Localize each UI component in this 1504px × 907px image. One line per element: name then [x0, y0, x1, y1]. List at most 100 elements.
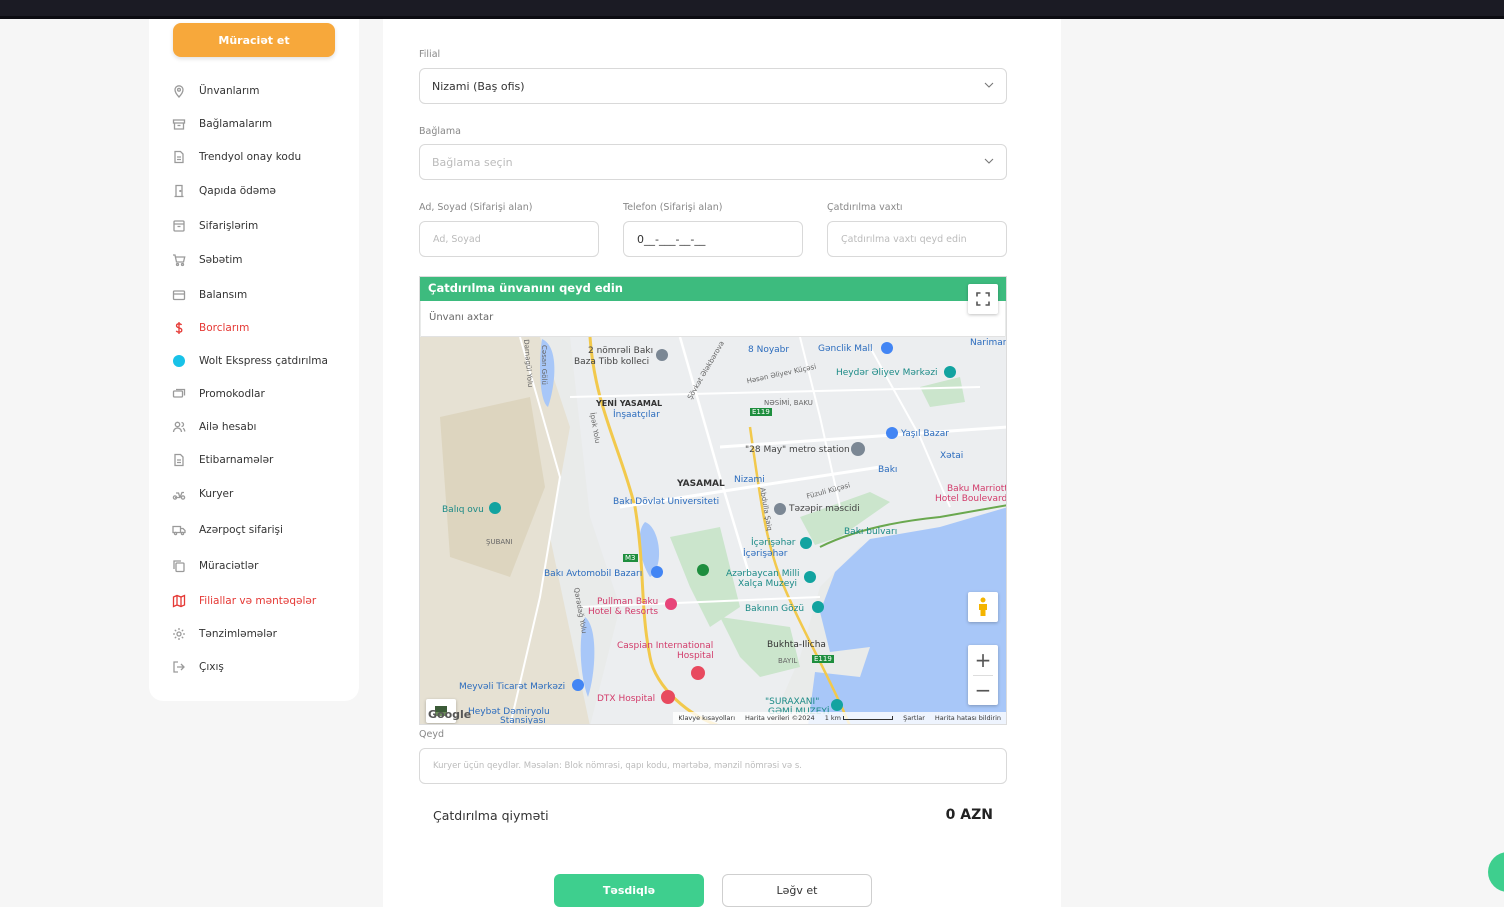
gear-icon: [171, 626, 187, 642]
road-shield: E119: [750, 408, 772, 416]
coupon-icon: [171, 386, 187, 402]
map-label: Nariman: [970, 338, 1007, 348]
poi-pin[interactable]: [665, 598, 677, 610]
poi-pin[interactable]: [691, 666, 705, 680]
sidebar-item-azerpost[interactable]: Azərpoçt sifarişi: [171, 522, 283, 538]
poi-pin[interactable]: [881, 342, 893, 354]
note-input[interactable]: Kuryer üçün qeydlər. Məsələn: Blok nömrə…: [419, 748, 1007, 784]
delivery-time-placeholder: Çatdırılma vaxtı qeyd edin: [841, 233, 967, 245]
zoom-control: + −: [968, 645, 998, 705]
map-label: DTX Hospital: [597, 694, 656, 704]
sidebar-item-addresses[interactable]: Ünvanlarım: [171, 83, 259, 99]
map-label: Nizami: [734, 475, 765, 485]
street-view-button[interactable]: [968, 592, 998, 622]
poi-pin[interactable]: [800, 537, 812, 549]
poi-pin[interactable]: [851, 442, 865, 456]
poi-pin[interactable]: [804, 571, 816, 583]
map-label: ŞUBANI: [486, 538, 513, 546]
map-label: "28 May" metro station: [745, 445, 850, 455]
fullscreen-icon: [976, 292, 990, 306]
chat-widget-button[interactable]: [1488, 852, 1504, 892]
map-label: Stansiyası: [500, 716, 546, 725]
map-label: Caspian International: [617, 641, 714, 651]
map-label: Meyvəli Ticarət Mərkəzi: [459, 682, 566, 692]
poi-pin[interactable]: [944, 366, 956, 378]
map-label: Bukhta-Ilicha: [767, 640, 826, 650]
map-label: Cəsan Gölü: [540, 345, 548, 385]
sidebar-item-promocodes[interactable]: Promokodlar: [171, 386, 265, 402]
delivery-time-label: Çatdırılma vaxtı: [827, 202, 903, 213]
sidebar-item-balance[interactable]: Balansım: [171, 287, 247, 303]
sidebar-item-courier[interactable]: Kuryer: [171, 486, 233, 502]
sidebar-item-proxies[interactable]: Etibarnamələr: [171, 452, 273, 468]
package-placeholder: Bağlama seçin: [432, 155, 513, 169]
package-select[interactable]: Bağlama seçin: [419, 144, 1007, 180]
map-label: 2 nömrəli Bakı: [588, 346, 654, 356]
sidebar-item-packages[interactable]: Bağlamalarım: [171, 116, 272, 132]
sidebar-item-cod[interactable]: Qapıda ödəmə: [171, 183, 276, 199]
poi-pin[interactable]: [651, 566, 663, 578]
map-label: Azərbaycan Milli: [726, 569, 800, 579]
poi-pin[interactable]: [572, 679, 584, 691]
map-label: Bakı Avtomobil Bazarı: [544, 569, 643, 579]
sidebar-item-requests[interactable]: Müraciətlər: [171, 558, 258, 574]
sidebar-item-label: Ailə hesabı: [199, 421, 257, 433]
map-label: Bakının Gözü: [745, 604, 805, 614]
map-label: NƏSİMİ, BAKU: [764, 399, 813, 407]
users-icon: [171, 419, 187, 435]
map-label: Gənclik Mall: [818, 344, 873, 354]
sidebar-item-logout[interactable]: Çıxış: [171, 659, 224, 675]
sidebar-item-trendyol[interactable]: Trendyol onay kodu: [171, 149, 301, 165]
phone-input[interactable]: 0__-___-__-__: [623, 221, 803, 257]
poi-pin[interactable]: [774, 503, 786, 515]
note-label: Qeyd: [419, 729, 444, 740]
sidebar-item-cart[interactable]: Səbətim: [171, 252, 243, 268]
map-label: İçərişəhər: [743, 549, 788, 559]
poi-pin[interactable]: [831, 699, 843, 711]
location-pin-icon: [171, 83, 187, 99]
branch-value: Nizami (Baş ofis): [432, 79, 525, 93]
delivery-price-value: 0 AZN: [945, 807, 993, 823]
sidebar-item-label: Promokodlar: [199, 388, 265, 400]
sidebar-item-label: Etibarnamələr: [199, 454, 274, 466]
fullscreen-button[interactable]: [968, 284, 998, 314]
map-label: Yaşıl Bazar: [901, 429, 949, 439]
zoom-out-button[interactable]: −: [975, 676, 992, 706]
sidebar-item-family[interactable]: Ailə hesabı: [171, 419, 256, 435]
branch-label: Filial: [419, 49, 441, 60]
scooter-icon: [171, 486, 187, 502]
map-label: Hospital: [677, 651, 714, 661]
sidebar-item-orders[interactable]: Sifarişlərim: [171, 218, 258, 234]
sidebar-item-label: Bağlamalarım: [199, 118, 273, 130]
poi-pin[interactable]: [886, 427, 898, 439]
poi-pin[interactable]: [812, 601, 824, 613]
sidebar-item-settings[interactable]: Tənzimləmələr: [171, 626, 277, 642]
poi-pin[interactable]: [489, 502, 501, 514]
map-label: Balıq ovu: [442, 505, 484, 515]
poi-pin[interactable]: [661, 690, 675, 704]
browser-top-bar: [0, 0, 1504, 19]
keyboard-shortcuts-link[interactable]: Klavye kısayolları: [678, 714, 735, 722]
map-label: Heydər Əliyev Mərkəzi: [836, 368, 938, 378]
poi-pin[interactable]: [697, 564, 709, 576]
name-input[interactable]: Ad, Soyad: [419, 221, 599, 257]
sidebar-item-branches[interactable]: Filiallar və məntəqələr: [171, 593, 316, 609]
map-address-search[interactable]: Ünvanı axtar: [421, 301, 1005, 337]
sidebar-item-label: Wolt Ekspress çatdırılma: [199, 355, 328, 367]
map-label: Bakı bulvarı: [844, 527, 898, 537]
map[interactable]: 2 nömrəli Bakı Baza Tibb kolleci 8 Noyab…: [419, 276, 1007, 725]
confirm-button[interactable]: Təsdiqlə: [554, 874, 704, 907]
delivery-time-input[interactable]: Çatdırılma vaxtı qeyd edin: [827, 221, 1007, 257]
map-label: Təzəpir məscidi: [789, 504, 860, 514]
zoom-in-button[interactable]: +: [975, 645, 992, 675]
cancel-button[interactable]: Ləğv et: [722, 874, 872, 907]
report-map-error-link[interactable]: Harita hatası bildirin: [935, 714, 1001, 722]
terms-link[interactable]: Şartlar: [903, 714, 925, 722]
sidebar-item-debts[interactable]: Borclarım: [171, 320, 249, 336]
sidebar-item-label: Trendyol onay kodu: [199, 151, 302, 163]
map-label: Pullman Baku: [597, 597, 659, 607]
apply-button[interactable]: Müraciət et: [173, 23, 335, 57]
poi-pin[interactable]: [656, 349, 668, 361]
branch-select[interactable]: Nizami (Baş ofis): [419, 68, 1007, 104]
sidebar-item-wolt[interactable]: Wolt Ekspress çatdırılma: [171, 353, 328, 369]
